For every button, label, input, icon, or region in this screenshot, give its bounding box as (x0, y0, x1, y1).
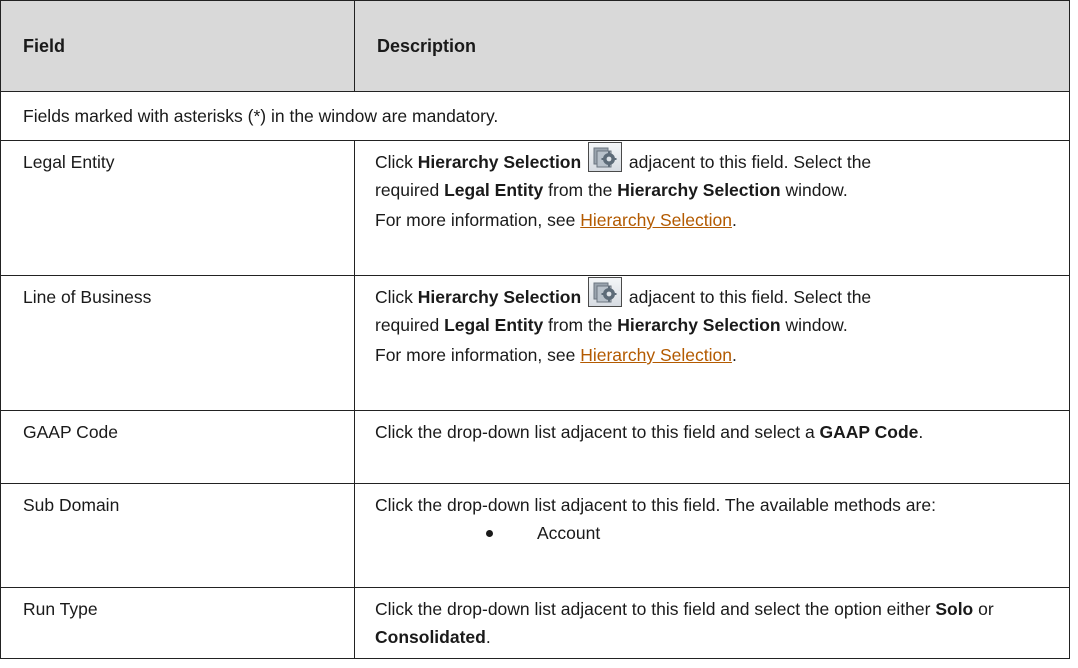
table-row: GAAP Code Click the drop-down list adjac… (0, 410, 1070, 484)
text: window. (780, 315, 848, 335)
hierarchy-selection-link[interactable]: Hierarchy Selection (580, 210, 732, 230)
field-name-gaap-code: GAAP Code (0, 410, 355, 484)
text: from the (543, 315, 618, 335)
table-row: Run Type Click the drop-down list adjace… (0, 587, 1070, 659)
description-sub-domain: Click the drop-down list adjacent to thi… (354, 483, 1070, 588)
field-name-sub-domain: Sub Domain (0, 483, 355, 588)
bold-text: Hierarchy Selection (417, 152, 582, 172)
text: . (731, 210, 737, 230)
text: Click (375, 152, 418, 172)
bold-text: Legal Entity (444, 315, 544, 335)
text: For more information, see (375, 210, 581, 230)
field-name-line-of-business: Line of Business (0, 275, 355, 411)
header-description: Description (354, 0, 1070, 92)
mandatory-note: Fields marked with asterisks (*) in the … (0, 91, 1070, 141)
text: required (375, 315, 445, 335)
bold-text: Consolidated (375, 627, 486, 647)
field-description-table: Field Description Fields marked with ast… (0, 0, 1070, 659)
header-field: Field (0, 0, 355, 92)
description-gaap-code: Click the drop-down list adjacent to thi… (354, 410, 1070, 484)
bold-text: Solo (935, 599, 974, 619)
list-item: Account (375, 519, 1047, 547)
text: required (375, 180, 445, 200)
bold-text: Hierarchy Selection (617, 315, 781, 335)
text: window. (780, 180, 848, 200)
text: . (485, 627, 491, 647)
text: . (731, 345, 737, 365)
hierarchy-selection-icon[interactable] (588, 142, 623, 172)
bold-text: Hierarchy Selection (417, 287, 582, 307)
table-header-row: Field Description (0, 0, 1070, 92)
hierarchy-selection-icon[interactable] (588, 277, 623, 307)
field-name-legal-entity: Legal Entity (0, 140, 355, 276)
mandatory-note-row: Fields marked with asterisks (*) in the … (0, 91, 1070, 141)
text: adjacent to this field. Select the (624, 287, 872, 307)
text: Click the drop-down list adjacent to thi… (375, 422, 820, 442)
text: For more information, see (375, 345, 581, 365)
text: Click the drop-down list adjacent to thi… (375, 599, 936, 619)
text: Click (375, 287, 418, 307)
description-legal-entity: Click Hierarchy Selection adjacent to th… (354, 140, 1070, 276)
bold-text: Legal Entity (444, 180, 544, 200)
text: . (918, 422, 924, 442)
description-line-of-business: Click Hierarchy Selection adjacent to th… (354, 275, 1070, 411)
table-row: Sub Domain Click the drop-down list adja… (0, 483, 1070, 588)
field-name-run-type: Run Type (0, 587, 355, 659)
method-list: Account (375, 519, 1047, 547)
description-run-type: Click the drop-down list adjacent to thi… (354, 587, 1070, 659)
bold-text: GAAP Code (819, 422, 919, 442)
text: Click the drop-down list adjacent to thi… (375, 495, 936, 515)
text: adjacent to this field. Select the (624, 152, 872, 172)
table-row: Legal Entity Click Hierarchy Selection a… (0, 140, 1070, 276)
text: or (973, 599, 994, 619)
text: from the (543, 180, 618, 200)
hierarchy-selection-link[interactable]: Hierarchy Selection (580, 345, 732, 365)
bold-text: Hierarchy Selection (617, 180, 781, 200)
table-row: Line of Business Click Hierarchy Selecti… (0, 275, 1070, 411)
